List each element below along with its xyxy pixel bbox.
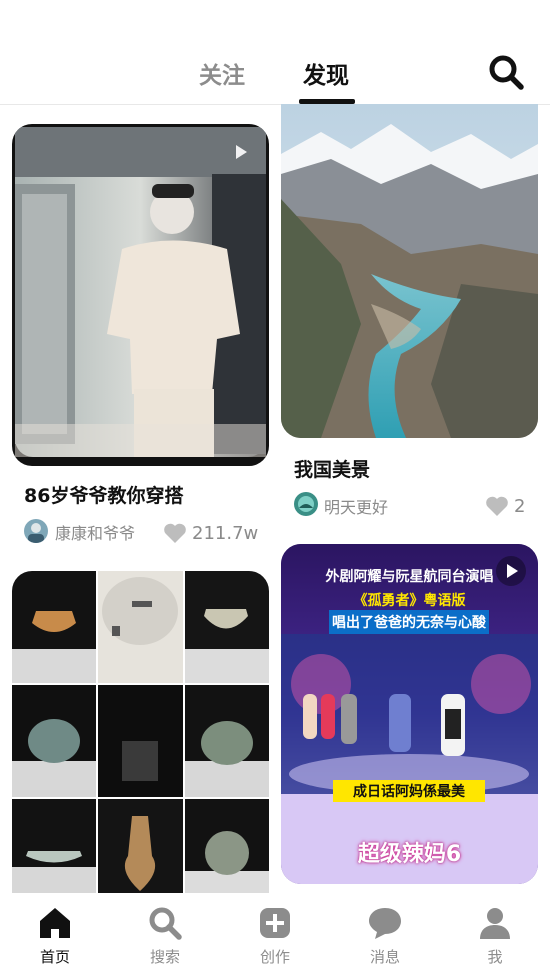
bottom-nav: 首页 搜索 创作 消息 我 [0, 893, 550, 979]
overlay-caption: 成日话阿妈係最美 [333, 780, 485, 802]
heart-icon[interactable] [163, 522, 187, 544]
nav-home[interactable]: 首页 [0, 893, 110, 979]
message-icon [369, 908, 401, 939]
nav-me[interactable]: 我 [440, 893, 550, 979]
nav-search-label: 搜索 [149, 948, 180, 966]
card-2-title[interactable]: 我国美景 [294, 455, 370, 482]
show-logo: 超级辣妈6 [357, 842, 462, 867]
person-icon [480, 908, 510, 939]
tab-discover[interactable]: 发现 [303, 56, 349, 90]
home-icon [40, 908, 70, 938]
overlay-subtitle-2: 唱出了爸爸的无奈与心酸 [329, 610, 489, 634]
nav-create[interactable]: 创作 [220, 893, 330, 979]
feed-card-2-thumbnail[interactable] [281, 104, 538, 438]
card-1-author[interactable]: 康康和爷爷 [55, 520, 135, 544]
landscape-image [281, 104, 538, 438]
overlay-subtitle-1: 《孤勇者》粤语版 [353, 593, 466, 609]
glassware-collage-image [12, 571, 269, 893]
search-icon [149, 907, 182, 940]
avatar[interactable] [294, 492, 318, 516]
play-icon [236, 145, 247, 159]
nav-messages-label: 消息 [369, 948, 400, 966]
tab-follow[interactable]: 关注 [199, 56, 245, 90]
video-thumbnail-image [15, 127, 266, 457]
card-2-like-count: 2 [514, 496, 526, 517]
card-1-title[interactable]: 86岁爷爷教你穿搭 [24, 481, 183, 508]
search-icon [489, 55, 524, 90]
plus-icon [260, 908, 290, 938]
card-1-like-count: 211.7w [192, 523, 259, 544]
nav-search[interactable]: 搜索 [110, 893, 220, 979]
nav-create-label: 创作 [259, 948, 290, 966]
avatar[interactable] [24, 519, 48, 543]
nav-messages[interactable]: 消息 [330, 893, 440, 979]
feed-card-1-thumbnail[interactable] [12, 124, 269, 466]
heart-icon[interactable] [485, 495, 509, 517]
feed-card-3-thumbnail[interactable] [12, 571, 269, 893]
feed-card-4-thumbnail[interactable]: 外剧阿耀与阮星航同台演唱 《孤勇者》粤语版 唱出了爸爸的无奈与心酸 成日话阿妈係… [281, 544, 538, 884]
card-2-author[interactable]: 明天更好 [324, 494, 388, 518]
nav-me-label: 我 [487, 948, 503, 966]
nav-home-label: 首页 [39, 948, 70, 966]
play-icon [496, 556, 526, 586]
search-button[interactable] [486, 52, 526, 92]
